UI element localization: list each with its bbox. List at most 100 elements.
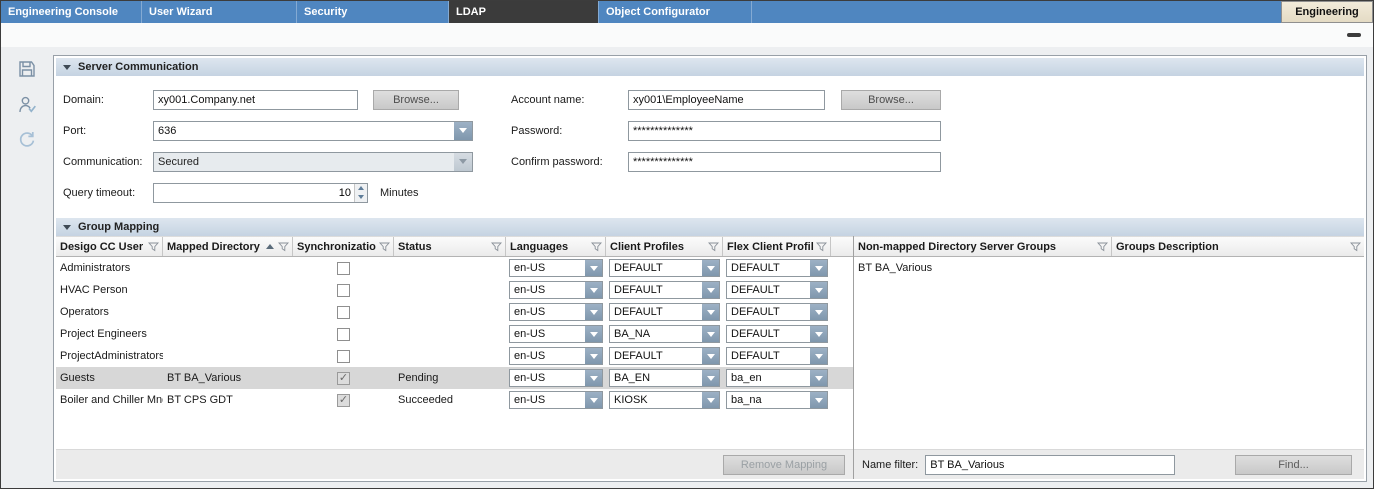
column-header[interactable]: Status [394, 237, 506, 256]
table-row[interactable]: Administratorsen-USDEFAULTDEFAULT [56, 257, 853, 279]
filter-icon[interactable] [1097, 242, 1108, 252]
chevron-down-icon[interactable] [585, 326, 602, 342]
chevron-down-icon[interactable] [585, 260, 602, 276]
query-timeout-input[interactable] [154, 184, 354, 202]
flex-client-profile-select[interactable]: DEFAULT [726, 259, 828, 277]
languages-select[interactable]: en-US [509, 303, 603, 321]
spinner-up-button[interactable] [355, 184, 367, 193]
sync-checkbox[interactable] [337, 328, 350, 341]
tab-user-wizard[interactable]: User Wizard [142, 1, 297, 23]
table-row[interactable]: Boiler and Chiller MngBT CPS GDT✓Succeed… [56, 389, 853, 411]
chevron-down-icon[interactable] [585, 370, 602, 386]
panel-pin-handle-icon[interactable] [1347, 33, 1361, 37]
filter-icon[interactable] [148, 242, 159, 252]
chevron-down-icon[interactable] [810, 348, 827, 364]
chevron-down-icon[interactable] [702, 304, 719, 320]
client-profile-select[interactable]: DEFAULT [609, 347, 720, 365]
column-header[interactable]: Desigo CC User ( [56, 237, 163, 256]
column-header[interactable]: Client Profiles [606, 237, 723, 256]
chevron-down-icon[interactable] [702, 260, 719, 276]
chevron-down-icon[interactable] [810, 304, 827, 320]
languages-select[interactable]: en-US [509, 347, 603, 365]
password-input[interactable] [628, 121, 941, 141]
domain-browse-button[interactable]: Browse... [373, 90, 459, 110]
languages-select[interactable]: en-US [509, 391, 603, 409]
flex-client-profile-select[interactable]: ba_na [726, 391, 828, 409]
filter-icon[interactable] [379, 242, 390, 252]
sync-checkbox[interactable]: ✓ [337, 394, 350, 407]
chevron-down-icon[interactable] [585, 304, 602, 320]
filter-icon[interactable] [708, 242, 719, 252]
spinner-down-button[interactable] [355, 193, 367, 202]
chevron-down-icon[interactable] [702, 282, 719, 298]
client-profile-select[interactable]: BA_EN [609, 369, 720, 387]
chevron-down-icon[interactable] [702, 370, 719, 386]
client-profile-select[interactable]: BA_NA [609, 325, 720, 343]
column-header[interactable]: Synchronizatio [293, 237, 394, 256]
tab-security[interactable]: Security [297, 1, 449, 23]
table-row[interactable]: BT BA_Various [854, 257, 1364, 279]
chevron-down-icon[interactable] [810, 326, 827, 342]
filter-icon[interactable] [591, 242, 602, 252]
client-profile-select[interactable]: KIOSK [609, 391, 720, 409]
column-header[interactable]: Languages [506, 237, 606, 256]
refresh-icon[interactable] [16, 128, 38, 150]
remove-mapping-button[interactable]: Remove Mapping [723, 455, 845, 475]
column-header[interactable]: Mapped Directory [163, 237, 293, 256]
name-filter-input[interactable] [925, 455, 1175, 475]
flex-client-profile-select[interactable]: DEFAULT [726, 325, 828, 343]
sync-checkbox[interactable] [337, 284, 350, 297]
table-row[interactable]: Project Engineersen-USBA_NADEFAULT [56, 323, 853, 345]
filter-icon[interactable] [816, 242, 827, 252]
chevron-down-icon[interactable] [585, 348, 602, 364]
flex-client-profile-select[interactable]: ba_en [726, 369, 828, 387]
languages-select[interactable]: en-US [509, 259, 603, 277]
filter-icon[interactable] [1350, 242, 1361, 252]
port-select[interactable]: 636 [153, 121, 473, 141]
sync-checkbox[interactable] [337, 350, 350, 363]
languages-select[interactable]: en-US [509, 369, 603, 387]
table-row[interactable]: ProjectAdministratorsen-USDEFAULTDEFAULT [56, 345, 853, 367]
user-check-icon[interactable] [16, 93, 38, 115]
communication-select[interactable]: Secured [153, 152, 473, 172]
chevron-down-icon[interactable] [810, 260, 827, 276]
column-header[interactable]: Flex Client Profil [723, 237, 831, 256]
account-browse-button[interactable]: Browse... [841, 90, 941, 110]
chevron-down-icon[interactable] [702, 348, 719, 364]
chevron-down-icon[interactable] [702, 326, 719, 342]
domain-input[interactable] [153, 90, 358, 110]
table-row[interactable]: Operatorsen-USDEFAULTDEFAULT [56, 301, 853, 323]
tab-ldap[interactable]: LDAP [449, 1, 599, 23]
tab-engineering-console[interactable]: Engineering Console [1, 1, 142, 23]
chevron-down-icon[interactable] [585, 282, 602, 298]
client-profile-select[interactable]: DEFAULT [609, 259, 720, 277]
chevron-down-icon[interactable] [810, 282, 827, 298]
chevron-down-icon[interactable] [702, 392, 719, 408]
flex-client-profile-select[interactable]: DEFAULT [726, 303, 828, 321]
column-header[interactable]: Groups Description [1112, 237, 1364, 256]
account-name-input[interactable] [628, 90, 825, 110]
table-row[interactable]: HVAC Personen-USDEFAULTDEFAULT [56, 279, 853, 301]
languages-select[interactable]: en-US [509, 325, 603, 343]
tab-engineering-mode[interactable]: Engineering [1281, 1, 1373, 23]
filter-icon[interactable] [278, 242, 289, 252]
column-header[interactable]: Non-mapped Directory Server Groups [854, 237, 1112, 256]
query-timeout-stepper[interactable] [153, 183, 368, 203]
tab-object-configurator[interactable]: Object Configurator [599, 1, 752, 23]
section-header-server-communication[interactable]: Server Communication [56, 58, 1364, 76]
find-button[interactable]: Find... [1235, 455, 1352, 475]
sync-checkbox[interactable] [337, 262, 350, 275]
languages-select[interactable]: en-US [509, 281, 603, 299]
chevron-down-icon[interactable] [585, 392, 602, 408]
sync-checkbox[interactable]: ✓ [337, 372, 350, 385]
client-profile-select[interactable]: DEFAULT [609, 303, 720, 321]
flex-client-profile-select[interactable]: DEFAULT [726, 347, 828, 365]
section-header-group-mapping[interactable]: Group Mapping [56, 218, 1364, 236]
sync-checkbox[interactable] [337, 306, 350, 319]
chevron-down-icon[interactable] [810, 370, 827, 386]
chevron-down-icon[interactable] [454, 122, 472, 140]
chevron-down-icon[interactable] [810, 392, 827, 408]
table-row[interactable]: GuestsBT BA_Various✓Pendingen-USBA_ENba_… [56, 367, 853, 389]
flex-client-profile-select[interactable]: DEFAULT [726, 281, 828, 299]
confirm-password-input[interactable] [628, 152, 941, 172]
